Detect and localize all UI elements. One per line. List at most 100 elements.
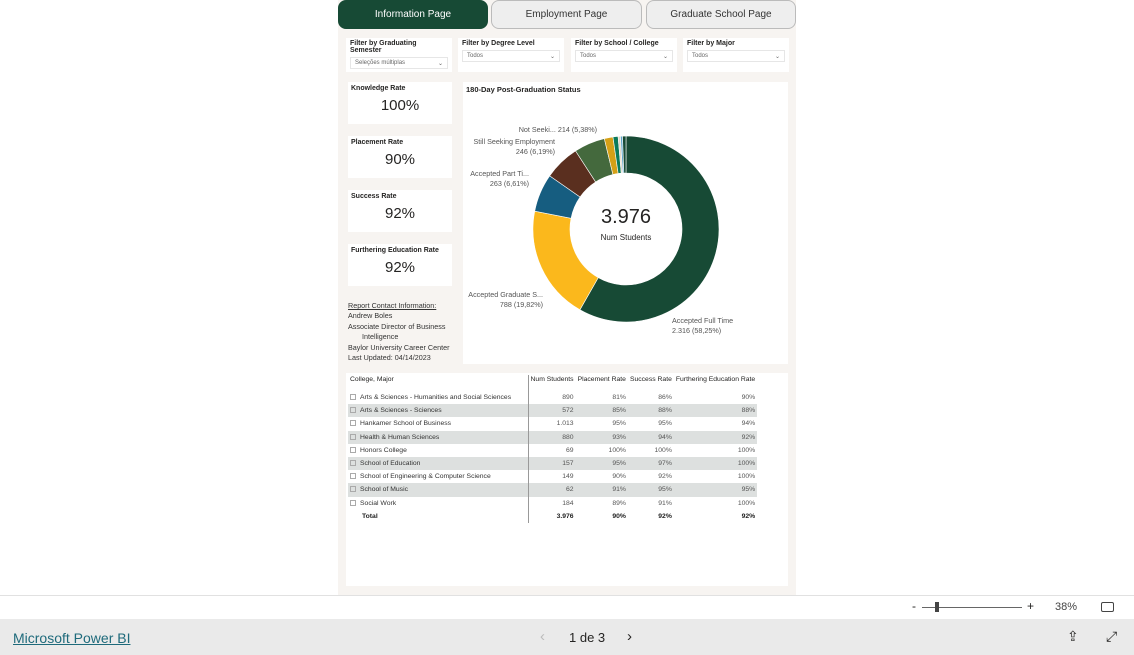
table-cell: 100% <box>737 499 756 507</box>
expand-icon[interactable] <box>350 460 356 467</box>
column-header[interactable]: Furthering Education Rate <box>674 375 757 391</box>
kpi-title: Placement Rate <box>351 139 404 146</box>
next-page-icon[interactable]: › <box>627 628 632 645</box>
filter-value: Todos <box>467 53 484 59</box>
table-row[interactable]: Honors College 69 100% 100% 100% <box>348 443 757 457</box>
college-matrix: College, Major Num Students Placement Rate… <box>348 375 758 523</box>
filter-slicer: Filter by Degree Level Todos ⌄ <box>458 38 564 72</box>
chevron-down-icon: ⌄ <box>774 53 780 60</box>
table-row[interactable]: Arts & Sciences - Sciences 572 85% 88% 88% <box>348 404 758 418</box>
expand-icon[interactable] <box>350 407 356 414</box>
zoom-level: 38% <box>1055 601 1078 613</box>
share-icon[interactable]: ⇪ <box>1067 628 1079 645</box>
filter-value: Todos <box>580 53 597 59</box>
contact-heading: Report Contact Information: <box>348 301 437 310</box>
table-row[interactable]: School of Engineering & Computer Science… <box>348 470 757 484</box>
expand-icon[interactable] <box>350 499 356 506</box>
table-cell: Honors College <box>348 443 529 457</box>
kpi-value: 92% <box>384 259 416 276</box>
table-cell: 100% <box>737 473 756 481</box>
table-cell: 100% <box>737 446 756 454</box>
table-cell: Social Work <box>348 496 529 510</box>
table-cell: 184 <box>562 499 574 507</box>
kpi-value: 100% <box>380 97 420 114</box>
table-cell: 85% <box>575 404 628 418</box>
table-row[interactable]: Health & Human Sciences 880 93% 94% 92% <box>348 430 758 444</box>
prev-page-icon[interactable]: ‹ <box>540 628 545 645</box>
power-bi-link[interactable]: Microsoft Power BI <box>13 630 130 646</box>
tab-1[interactable]: Employment Page <box>491 0 642 29</box>
table-row[interactable]: School of Education 157 95% 97% 100% <box>348 456 758 471</box>
table-cell: 93% <box>575 430 628 444</box>
total-cell: 3.976 <box>556 512 574 520</box>
table-cell: 92% <box>673 430 758 444</box>
filter-label: Filter by Graduating Semester <box>350 40 417 54</box>
contact-info: Report Contact Information: Andrew Boles… <box>348 301 449 363</box>
table-cell: 157 <box>528 456 576 471</box>
center-value: 3.976 <box>600 206 652 228</box>
zoom-out-button[interactable]: - <box>912 599 916 613</box>
donut-chart-visual: 180-Day Post-Graduation Status 3.976 Num… <box>463 82 788 364</box>
table-cell: 91% <box>575 483 628 497</box>
table-cell: 88% <box>673 404 758 418</box>
chevron-down-icon: ⌄ <box>437 60 443 67</box>
table-row[interactable]: Hankamer School of Business 1.013 95% 95% 94… <box>348 417 757 431</box>
fullscreen-icon[interactable]: ⤢ <box>1106 628 1117 645</box>
table-row[interactable]: Arts & Sciences - Humanities and Social … <box>348 391 757 405</box>
table-cell: 100% <box>654 446 672 454</box>
filter-value: Todos <box>692 53 709 59</box>
column-header[interactable]: Placement Rate <box>576 375 628 391</box>
table-cell: 94% <box>741 420 756 428</box>
table-cell: 95% <box>612 420 626 428</box>
tab-0[interactable]: Information Page <box>338 0 488 29</box>
column-header[interactable]: Success Rate <box>628 375 674 391</box>
table-cell: 88% <box>627 404 674 418</box>
expand-icon[interactable] <box>350 446 356 453</box>
table-cell: 62 <box>528 483 576 497</box>
kpi-card: Knowledge Rate 100% <box>348 82 452 124</box>
table-cell: School of Education <box>348 456 529 471</box>
table-cell: 86% <box>658 394 672 402</box>
table-cell: Health & Human Sciences <box>348 430 529 444</box>
matrix-visual: College, Major Num Students Placement Rate… <box>346 373 788 586</box>
table-cell: 880 <box>528 430 576 444</box>
label-full-time: Accepted Full Time 2.316 (58,25%) <box>672 316 734 335</box>
zoom-in-button[interactable]: + <box>1027 599 1034 613</box>
expand-icon[interactable] <box>350 420 356 427</box>
column-header[interactable]: College, Major <box>348 375 529 391</box>
label-part-time: Accepted Part Ti... 263 (6,61%) <box>470 169 529 188</box>
total-row: Total 3.976 90% 92% 92% <box>348 509 757 523</box>
fit-to-page-icon[interactable] <box>1101 602 1114 612</box>
table-cell: 100% <box>673 456 758 471</box>
chevron-down-icon: ⌄ <box>549 53 555 60</box>
column-header[interactable]: Num Students <box>528 375 576 391</box>
tab-2[interactable]: Graduate School Page <box>646 0 796 29</box>
expand-icon[interactable] <box>350 473 356 480</box>
table-cell: School of Music <box>348 483 529 497</box>
expand-icon[interactable] <box>350 394 356 401</box>
center-label: Num Students <box>600 233 652 242</box>
total-cell: Total <box>348 509 529 523</box>
table-cell: 572 <box>528 404 576 418</box>
table-cell: 1.013 <box>556 420 574 428</box>
filter-dropdown[interactable]: Todos ⌄ <box>687 50 785 62</box>
table-row[interactable]: School of Music 62 91% 95% 95% <box>348 483 758 497</box>
table-cell: School of Engineering & Computer Science <box>348 470 529 484</box>
zoom-slider-handle[interactable] <box>935 602 939 612</box>
kpi-card: Furthering Education Rate 92% <box>348 244 452 286</box>
table-cell: 89% <box>612 499 626 507</box>
expand-icon[interactable] <box>350 433 356 440</box>
table-row[interactable]: Social Work 184 89% 91% 100% <box>348 496 757 510</box>
page-indicator: 1 de 3 <box>569 630 606 645</box>
filter-dropdown[interactable]: Seleções múltiplas ⌄ <box>350 57 448 69</box>
table-cell: 95% <box>627 483 674 497</box>
filter-slicer: Filter by Graduating Semester Seleções mú… <box>346 38 452 72</box>
filter-slicer: Filter by School / College Todos ⌄ <box>571 38 677 72</box>
kpi-value: 90% <box>384 151 416 168</box>
filter-dropdown[interactable]: Todos ⌄ <box>462 50 560 62</box>
total-cell: 90% <box>612 512 626 520</box>
expand-icon[interactable] <box>350 486 356 493</box>
table-cell: 90% <box>612 473 626 481</box>
contact-name: Andrew Boles <box>348 311 393 321</box>
filter-dropdown[interactable]: Todos ⌄ <box>575 50 673 62</box>
